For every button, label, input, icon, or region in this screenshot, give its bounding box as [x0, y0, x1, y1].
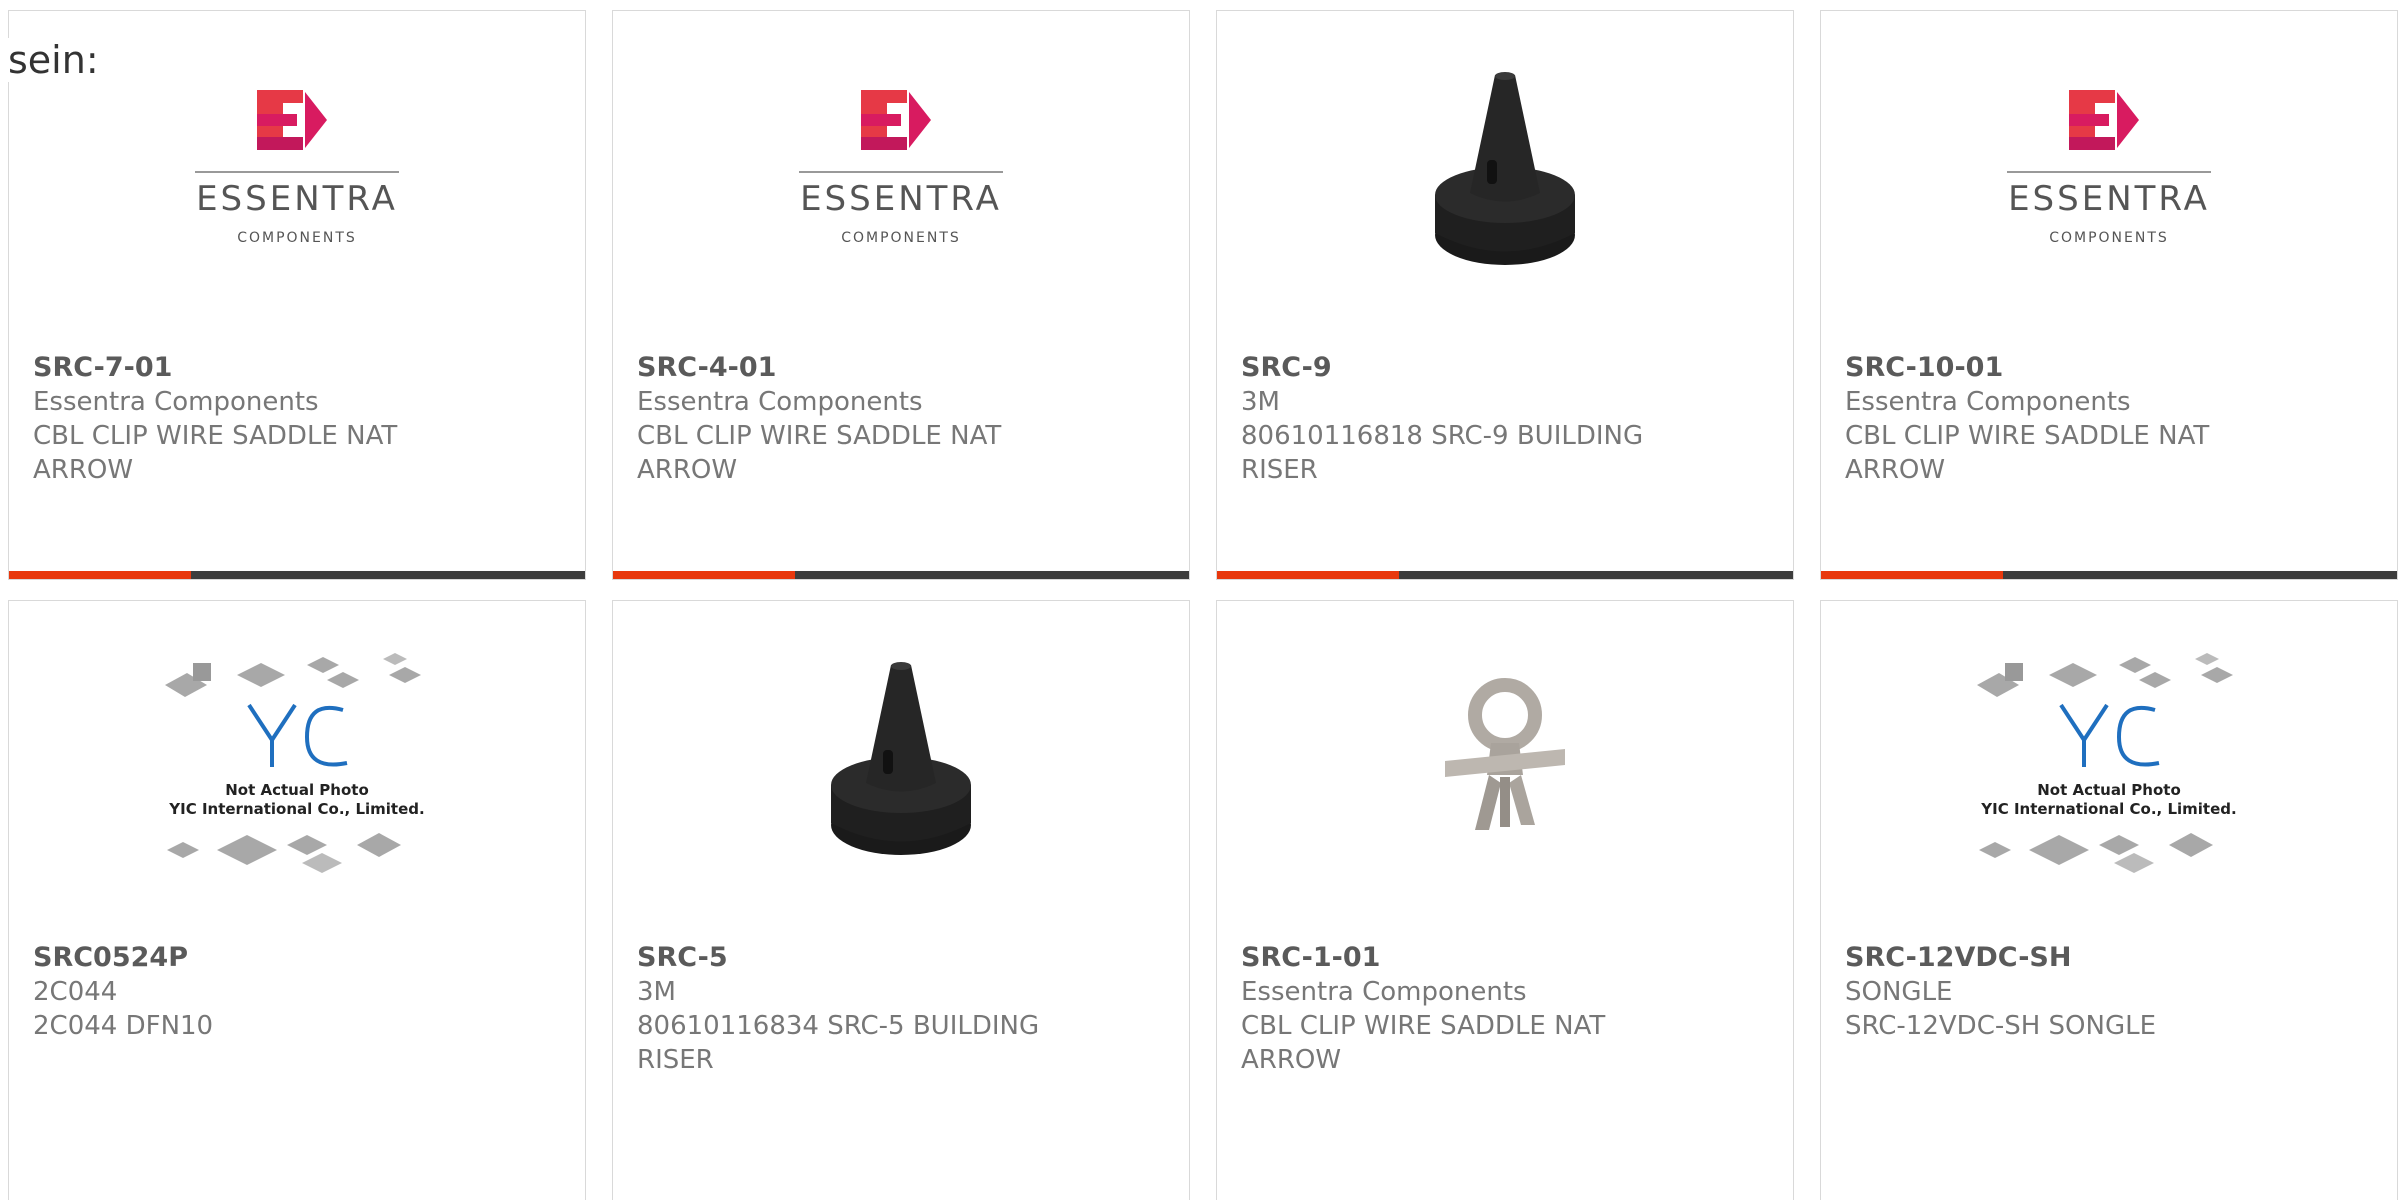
card-text: SRC0524P 2C044 2C044 DFN10 — [33, 941, 553, 1043]
description-cont: RISER — [637, 1045, 714, 1075]
essentra-logo-image: ESSENTRA COMPONENTS — [9, 45, 585, 305]
description: CBL CLIP WIRE SADDLE NAT — [637, 421, 1002, 451]
card-text: SRC-1-01 Essentra Components CBL CLIP WI… — [1241, 941, 1761, 1077]
manufacturer: 2C044 — [33, 977, 118, 1007]
description: CBL CLIP WIRE SADDLE NAT — [1845, 421, 2210, 451]
manufacturer: Essentra Components — [1845, 387, 2131, 417]
placeholder-line2: YIC International Co., Limited. — [168, 800, 424, 818]
card-text: SRC-4-01 Essentra Components CBL CLIP WI… — [637, 351, 1157, 487]
logo-word: ESSENTRA — [800, 179, 1002, 219]
card-text: SRC-7-01 Essentra Components CBL CLIP WI… — [33, 351, 553, 487]
manufacturer: SONGLE — [1845, 977, 1953, 1007]
logo-word: ESSENTRA — [196, 179, 398, 219]
description-cont: ARROW — [1845, 455, 1946, 485]
placeholder-line1: Not Actual Photo — [2037, 781, 2181, 799]
description: 80610116834 SRC-5 BUILDING — [637, 1011, 1040, 1041]
description: CBL CLIP WIRE SADDLE NAT — [33, 421, 398, 451]
part-number[interactable]: SRC-1-01 — [1241, 941, 1761, 975]
description-cont: ARROW — [637, 455, 738, 485]
manufacturer: Essentra Components — [637, 387, 923, 417]
logo-sub: COMPONENTS — [237, 230, 357, 246]
description-cont: RISER — [1241, 455, 1318, 485]
product-card[interactable]: Not Actual Photo YIC International Co., … — [8, 600, 586, 1200]
description: 2C044 DFN10 — [33, 1011, 214, 1041]
yic-placeholder-image: Not Actual Photo YIC International Co., … — [1821, 635, 2397, 895]
logo-sub: COMPONENTS — [2049, 230, 2169, 246]
part-number[interactable]: SRC-9 — [1241, 351, 1761, 385]
card-text: SRC-10-01 Essentra Components CBL CLIP W… — [1845, 351, 2365, 487]
yic-placeholder-image: Not Actual Photo YIC International Co., … — [9, 635, 585, 895]
description: 80610116818 SRC-9 BUILDING — [1241, 421, 1644, 451]
manufacturer: Essentra Components — [1241, 977, 1527, 1007]
description: SRC-12VDC-SH SONGLE — [1845, 1011, 2157, 1041]
grey-clip-photo — [1217, 635, 1793, 895]
product-card[interactable]: SRC-1-01 Essentra Components CBL CLIP WI… — [1216, 600, 1794, 1200]
essentra-logo-image: ESSENTRA COMPONENTS — [1821, 45, 2397, 305]
product-grid: ESSENTRA COMPONENTS SRC-7-01 Essentra Co… — [0, 0, 2400, 1200]
description-cont: ARROW — [33, 455, 134, 485]
product-card[interactable]: ESSENTRA COMPONENTS SRC-10-01 Essentra C… — [1820, 10, 2398, 580]
description: CBL CLIP WIRE SADDLE NAT — [1241, 1011, 1606, 1041]
manufacturer: 3M — [1241, 387, 1280, 417]
lead-text: sein: — [8, 38, 99, 82]
logo-sub: COMPONENTS — [841, 230, 961, 246]
product-card[interactable]: SRC-5 3M 80610116834 SRC-5 BUILDING RISE… — [612, 600, 1190, 1200]
part-number[interactable]: SRC-7-01 — [33, 351, 553, 385]
card-bottom-bar — [1821, 571, 2397, 579]
black-riser-photo — [1217, 45, 1793, 305]
part-number[interactable]: SRC0524P — [33, 941, 553, 975]
part-number[interactable]: SRC-5 — [637, 941, 1157, 975]
manufacturer: Essentra Components — [33, 387, 319, 417]
card-text: SRC-9 3M 80610116818 SRC-9 BUILDING RISE… — [1241, 351, 1761, 487]
placeholder-line1: Not Actual Photo — [225, 781, 369, 799]
card-bottom-bar — [9, 571, 585, 579]
product-card[interactable]: ESSENTRA COMPONENTS SRC-4-01 Essentra Co… — [612, 10, 1190, 580]
card-text: SRC-12VDC-SH SONGLE SRC-12VDC-SH SONGLE — [1845, 941, 2365, 1043]
essentra-logo-image: ESSENTRA COMPONENTS — [613, 45, 1189, 305]
card-text: SRC-5 3M 80610116834 SRC-5 BUILDING RISE… — [637, 941, 1157, 1077]
product-card[interactable]: ESSENTRA COMPONENTS SRC-7-01 Essentra Co… — [8, 10, 586, 580]
product-card[interactable]: Not Actual Photo YIC International Co., … — [1820, 600, 2398, 1200]
manufacturer: 3M — [637, 977, 676, 1007]
card-bottom-bar — [1217, 571, 1793, 579]
placeholder-line2: YIC International Co., Limited. — [1980, 800, 2236, 818]
card-bottom-bar — [613, 571, 1189, 579]
product-card[interactable]: SRC-9 3M 80610116818 SRC-9 BUILDING RISE… — [1216, 10, 1794, 580]
part-number[interactable]: SRC-12VDC-SH — [1845, 941, 2365, 975]
logo-word: ESSENTRA — [2008, 179, 2210, 219]
part-number[interactable]: SRC-4-01 — [637, 351, 1157, 385]
black-riser-photo — [613, 635, 1189, 895]
part-number[interactable]: SRC-10-01 — [1845, 351, 2365, 385]
description-cont: ARROW — [1241, 1045, 1342, 1075]
